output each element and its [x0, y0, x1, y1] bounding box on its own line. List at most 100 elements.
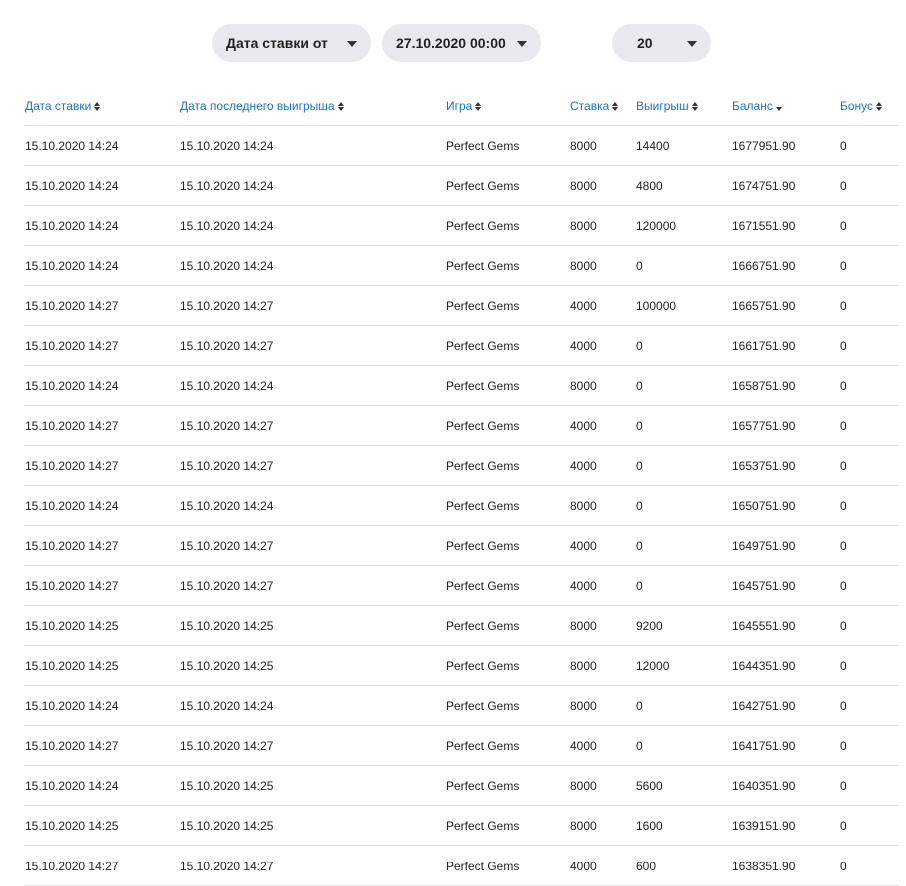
cell-win: 0	[635, 365, 731, 406]
cell-balance: 1665751.90	[731, 285, 839, 326]
cell-game: Perfect Gems	[445, 685, 569, 726]
cell-balance: 1658751.90	[731, 365, 839, 406]
cell-game: Perfect Gems	[445, 365, 569, 406]
column-header-game[interactable]: Игра	[445, 86, 569, 126]
page-size-dropdown[interactable]: 20	[612, 24, 711, 62]
cell-bonus: 0	[839, 605, 899, 646]
cell-last-win-date: 15.10.2020 14:27	[179, 405, 445, 446]
cell-balance: 1645551.90	[731, 605, 839, 646]
cell-bet-date: 15.10.2020 14:24	[24, 245, 179, 286]
table-row: 15.10.2020 14:27 15.10.2020 14:27 Perfect …	[24, 845, 899, 886]
cell-balance: 1641751.90	[731, 725, 839, 766]
cell-bonus: 0	[839, 685, 899, 726]
cell-bet-date: 15.10.2020 14:27	[24, 565, 179, 606]
cell-bonus: 0	[839, 805, 899, 846]
table-row: 15.10.2020 14:25 15.10.2020 14:25 Perfect …	[24, 645, 899, 686]
cell-win: 100000	[635, 285, 731, 326]
cell-bonus: 0	[839, 525, 899, 566]
cell-balance: 1650751.90	[731, 485, 839, 526]
cell-bet-date: 15.10.2020 14:24	[24, 485, 179, 526]
column-header-win[interactable]: Выигрыш	[635, 86, 731, 126]
cell-bonus: 0	[839, 445, 899, 486]
table-row: 15.10.2020 14:27 15.10.2020 14:27 Perfect …	[24, 565, 899, 606]
cell-bet-date: 15.10.2020 14:24	[24, 685, 179, 726]
cell-bet: 4000	[569, 285, 635, 326]
column-header-last-win-date[interactable]: Дата последнего выигрыша	[179, 86, 445, 126]
cell-bet: 4000	[569, 325, 635, 366]
cell-bet: 8000	[569, 245, 635, 286]
cell-bet: 8000	[569, 165, 635, 206]
cell-bonus: 0	[839, 845, 899, 886]
cell-bonus: 0	[839, 725, 899, 766]
cell-win: 0	[635, 485, 731, 526]
cell-bonus: 0	[839, 485, 899, 526]
cell-win: 9200	[635, 605, 731, 646]
column-header-label: Ставка	[570, 98, 610, 113]
cell-balance: 1674751.90	[731, 165, 839, 206]
cell-balance: 1671551.90	[731, 205, 839, 246]
sort-icon	[612, 101, 619, 111]
cell-win: 14400	[635, 125, 731, 166]
cell-balance: 1642751.90	[731, 685, 839, 726]
cell-bet-date: 15.10.2020 14:27	[24, 285, 179, 326]
chevron-down-icon	[517, 41, 527, 47]
cell-game: Perfect Gems	[445, 285, 569, 326]
cell-bet-date: 15.10.2020 14:24	[24, 765, 179, 806]
cell-last-win-date: 15.10.2020 14:27	[179, 445, 445, 486]
cell-win: 600	[635, 845, 731, 886]
cell-last-win-date: 15.10.2020 14:24	[179, 485, 445, 526]
cell-game: Perfect Gems	[445, 325, 569, 366]
cell-game: Perfect Gems	[445, 765, 569, 806]
cell-bet-date: 15.10.2020 14:25	[24, 605, 179, 646]
cell-game: Perfect Gems	[445, 645, 569, 686]
cell-game: Perfect Gems	[445, 405, 569, 446]
cell-bet: 4000	[569, 725, 635, 766]
cell-bonus: 0	[839, 325, 899, 366]
cell-bonus: 0	[839, 565, 899, 606]
cell-game: Perfect Gems	[445, 565, 569, 606]
cell-win: 120000	[635, 205, 731, 246]
cell-last-win-date: 15.10.2020 14:27	[179, 565, 445, 606]
cell-game: Perfect Gems	[445, 845, 569, 886]
cell-balance: 1640351.90	[731, 765, 839, 806]
cell-last-win-date: 15.10.2020 14:25	[179, 605, 445, 646]
cell-bet: 8000	[569, 685, 635, 726]
cell-last-win-date: 15.10.2020 14:24	[179, 125, 445, 166]
cell-bet: 4000	[569, 565, 635, 606]
table-row: 15.10.2020 14:24 15.10.2020 14:24 Perfect …	[24, 125, 899, 166]
table-row: 15.10.2020 14:27 15.10.2020 14:27 Perfect …	[24, 445, 899, 486]
cell-bet: 8000	[569, 125, 635, 166]
cell-win: 4800	[635, 165, 731, 206]
cell-bet: 8000	[569, 765, 635, 806]
date-picker[interactable]: 27.10.2020 00:00	[382, 24, 541, 62]
sort-desc-icon	[775, 102, 782, 111]
column-header-bet-date[interactable]: Дата ставки	[24, 86, 179, 126]
date-type-dropdown[interactable]: Дата ставки от	[212, 24, 371, 62]
cell-bet: 4000	[569, 405, 635, 446]
cell-game: Perfect Gems	[445, 125, 569, 166]
date-type-label: Дата ставки от	[226, 35, 328, 51]
cell-bet-date: 15.10.2020 14:24	[24, 165, 179, 206]
chevron-down-icon	[687, 41, 697, 47]
cell-balance: 1657751.90	[731, 405, 839, 446]
cell-bet-date: 15.10.2020 14:27	[24, 325, 179, 366]
column-header-balance[interactable]: Баланс	[731, 86, 839, 126]
column-header-label: Игра	[446, 98, 473, 113]
column-header-label: Баланс	[732, 98, 773, 113]
cell-last-win-date: 15.10.2020 14:27	[179, 285, 445, 326]
cell-win: 1600	[635, 805, 731, 846]
cell-balance: 1649751.90	[731, 525, 839, 566]
cell-win: 0	[635, 685, 731, 726]
cell-win: 0	[635, 725, 731, 766]
cell-last-win-date: 15.10.2020 14:24	[179, 365, 445, 406]
cell-win: 0	[635, 325, 731, 366]
sort-icon	[94, 101, 101, 111]
cell-last-win-date: 15.10.2020 14:27	[179, 525, 445, 566]
table-row: 15.10.2020 14:24 15.10.2020 14:24 Perfect …	[24, 245, 899, 286]
table-row: 15.10.2020 14:27 15.10.2020 14:27 Perfect …	[24, 285, 899, 326]
cell-bonus: 0	[839, 405, 899, 446]
cell-bet: 4000	[569, 525, 635, 566]
column-header-bonus[interactable]: Бонус	[839, 86, 899, 126]
sort-icon	[337, 101, 344, 111]
column-header-bet[interactable]: Ставка	[569, 86, 635, 126]
